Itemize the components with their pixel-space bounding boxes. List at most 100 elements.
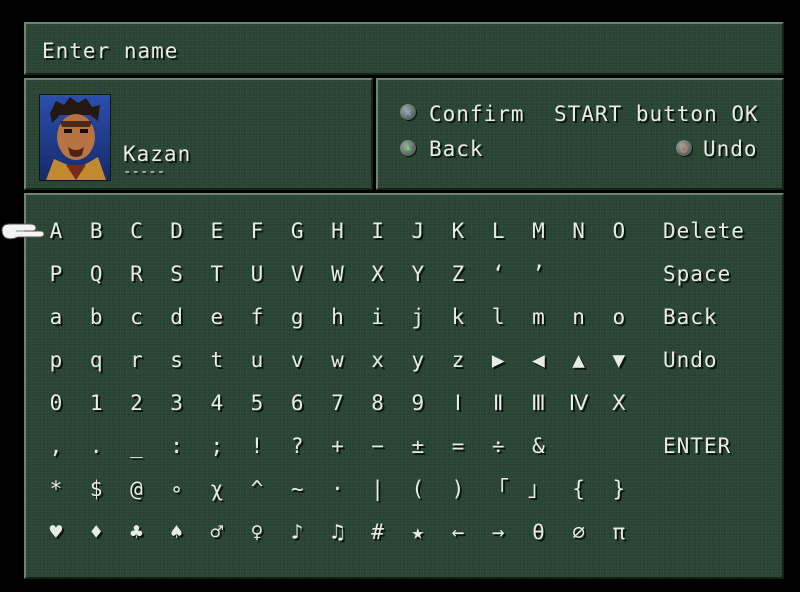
char-key[interactable]: {: [559, 479, 599, 500]
char-key[interactable]: *: [36, 479, 76, 500]
char-key[interactable]: R: [116, 264, 156, 285]
char-key[interactable]: 6: [277, 393, 317, 414]
char-key[interactable]: 1: [76, 393, 116, 414]
char-key[interactable]: d: [157, 307, 197, 328]
char-key[interactable]: ♫: [317, 522, 357, 543]
char-key[interactable]: }: [599, 479, 639, 500]
char-key[interactable]: ♠: [157, 522, 197, 543]
char-key[interactable]: ÷: [478, 436, 518, 457]
char-key[interactable]: J: [398, 221, 438, 242]
char-key[interactable]: ): [438, 479, 478, 500]
char-key[interactable]: 0: [36, 393, 76, 414]
char-key[interactable]: Ⅱ: [478, 393, 518, 414]
char-key[interactable]: m: [518, 307, 558, 328]
char-key[interactable]: c: [116, 307, 156, 328]
char-key[interactable]: P: [36, 264, 76, 285]
char-key[interactable]: u: [237, 350, 277, 371]
char-key[interactable]: k: [438, 307, 478, 328]
char-key[interactable]: (: [398, 479, 438, 500]
char-key[interactable]: $: [76, 479, 116, 500]
char-key[interactable]: M: [518, 221, 558, 242]
char-key[interactable]: ♪: [277, 522, 317, 543]
char-key[interactable]: +: [317, 436, 357, 457]
char-key[interactable]: K: [438, 221, 478, 242]
char-key[interactable]: ◀: [518, 350, 558, 371]
char-key[interactable]: 「: [478, 479, 518, 500]
char-key[interactable]: ♦: [76, 522, 116, 543]
char-key[interactable]: E: [197, 221, 237, 242]
char-key[interactable]: Y: [398, 264, 438, 285]
char-key[interactable]: a: [36, 307, 76, 328]
char-key[interactable]: Z: [438, 264, 478, 285]
char-key[interactable]: s: [157, 350, 197, 371]
char-key[interactable]: ·: [317, 479, 357, 500]
char-key[interactable]: o: [599, 307, 639, 328]
char-key[interactable]: X: [358, 264, 398, 285]
char-key[interactable]: −: [358, 436, 398, 457]
char-key[interactable]: G: [277, 221, 317, 242]
char-key[interactable]: L: [478, 221, 518, 242]
char-key[interactable]: :: [157, 436, 197, 457]
char-key[interactable]: 5: [237, 393, 277, 414]
char-key[interactable]: r: [116, 350, 156, 371]
char-key[interactable]: Ⅳ: [559, 393, 599, 414]
char-key[interactable]: v: [277, 350, 317, 371]
char-key[interactable]: O: [599, 221, 639, 242]
char-key[interactable]: 9: [398, 393, 438, 414]
char-key[interactable]: e: [197, 307, 237, 328]
char-key[interactable]: l: [478, 307, 518, 328]
char-key[interactable]: U: [237, 264, 277, 285]
char-key[interactable]: h: [317, 307, 357, 328]
char-key[interactable]: ^: [237, 479, 277, 500]
char-key[interactable]: C: [116, 221, 156, 242]
char-key[interactable]: w: [317, 350, 357, 371]
char-key[interactable]: S: [157, 264, 197, 285]
char-key[interactable]: ←: [438, 522, 478, 543]
char-key[interactable]: ;: [197, 436, 237, 457]
char-key[interactable]: V: [277, 264, 317, 285]
command-delete[interactable]: Delete: [663, 221, 745, 242]
char-key[interactable]: ♀: [237, 522, 277, 543]
char-key[interactable]: Ⅰ: [438, 393, 478, 414]
char-key[interactable]: Ⅲ: [518, 393, 558, 414]
char-key[interactable]: →: [478, 522, 518, 543]
char-key[interactable]: ♂: [197, 522, 237, 543]
char-key[interactable]: χ: [197, 479, 237, 500]
char-key[interactable]: ♣: [116, 522, 156, 543]
char-key[interactable]: 4: [197, 393, 237, 414]
char-key[interactable]: #: [358, 522, 398, 543]
char-key[interactable]: T: [197, 264, 237, 285]
char-key[interactable]: z: [438, 350, 478, 371]
char-key[interactable]: ∅: [559, 522, 599, 543]
char-key[interactable]: B: [76, 221, 116, 242]
char-key[interactable]: π: [599, 522, 639, 543]
char-key[interactable]: ?: [277, 436, 317, 457]
char-key[interactable]: q: [76, 350, 116, 371]
char-key[interactable]: @: [116, 479, 156, 500]
char-key[interactable]: .: [76, 436, 116, 457]
char-key[interactable]: ’: [518, 264, 558, 285]
char-key[interactable]: W: [317, 264, 357, 285]
char-key[interactable]: ▼: [599, 350, 639, 371]
char-key[interactable]: n: [559, 307, 599, 328]
char-key[interactable]: x: [358, 350, 398, 371]
char-key[interactable]: g: [277, 307, 317, 328]
char-key[interactable]: j: [398, 307, 438, 328]
char-key[interactable]: =: [438, 436, 478, 457]
char-key[interactable]: F: [237, 221, 277, 242]
char-key[interactable]: ∘: [157, 479, 197, 500]
char-key[interactable]: Q: [76, 264, 116, 285]
char-key[interactable]: ★: [398, 522, 438, 543]
char-key[interactable]: ♥: [36, 522, 76, 543]
char-key[interactable]: ▲: [559, 350, 599, 371]
char-key[interactable]: Ⅹ: [599, 393, 639, 414]
char-key[interactable]: !: [237, 436, 277, 457]
command-undo[interactable]: Undo: [663, 350, 718, 371]
char-key[interactable]: 3: [157, 393, 197, 414]
char-key[interactable]: N: [559, 221, 599, 242]
char-key[interactable]: p: [36, 350, 76, 371]
char-key[interactable]: D: [157, 221, 197, 242]
char-key[interactable]: ,: [36, 436, 76, 457]
char-key[interactable]: 7: [317, 393, 357, 414]
char-key[interactable]: y: [398, 350, 438, 371]
